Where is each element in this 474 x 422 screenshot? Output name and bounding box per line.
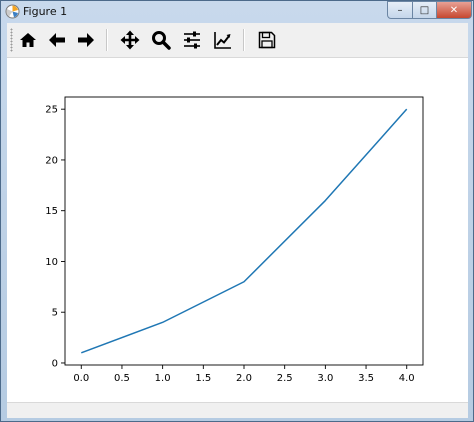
forward-button[interactable] bbox=[73, 27, 99, 53]
pan-icon bbox=[120, 30, 140, 50]
y-tick-label: 15 bbox=[45, 206, 58, 217]
zoom-icon bbox=[152, 31, 171, 50]
edit-axis-icon bbox=[214, 32, 231, 49]
minimize-icon: – bbox=[397, 4, 403, 16]
y-tick-label: 20 bbox=[45, 155, 58, 166]
minimize-button[interactable]: – bbox=[387, 1, 413, 19]
x-tick-label: 1.5 bbox=[195, 373, 211, 384]
close-icon: ✕ bbox=[449, 4, 459, 16]
configure-subplots-icon bbox=[184, 31, 200, 49]
edit-axis-button[interactable] bbox=[210, 27, 236, 53]
configure-subplots-button[interactable] bbox=[179, 27, 205, 53]
x-tick-label: 0.5 bbox=[114, 373, 130, 384]
maximize-button[interactable]: □ bbox=[412, 1, 437, 19]
x-tick-label: 3.0 bbox=[317, 373, 333, 384]
x-tick-label: 2.5 bbox=[277, 373, 293, 384]
y-tick-label: 5 bbox=[52, 308, 58, 319]
home-icon bbox=[20, 33, 36, 47]
x-tick-label: 0.0 bbox=[73, 373, 89, 384]
save-button[interactable] bbox=[254, 27, 280, 53]
back-button[interactable] bbox=[44, 27, 70, 53]
axes-frame bbox=[64, 96, 424, 366]
x-tick-label: 2.0 bbox=[236, 373, 252, 384]
matplotlib-app-icon bbox=[5, 4, 20, 19]
x-tick-label: 1.0 bbox=[155, 373, 171, 384]
maximize-icon: □ bbox=[419, 4, 430, 16]
forward-arrow-icon bbox=[78, 33, 94, 47]
line-chart[interactable]: 0.0 0.5 1.0 1.5 2.0 2.5 3.0 3.5 4.0 0 5 10 15 20 25 bbox=[7, 58, 468, 402]
save-icon bbox=[258, 31, 276, 49]
series-line bbox=[81, 108, 408, 354]
x-tick-label: 3.5 bbox=[358, 373, 374, 384]
navigation-toolbar bbox=[7, 23, 468, 58]
pan-button[interactable] bbox=[117, 27, 143, 53]
zoom-button[interactable] bbox=[148, 27, 174, 53]
back-arrow-icon bbox=[49, 33, 65, 47]
toolbar-separator bbox=[243, 29, 245, 51]
figure-canvas[interactable]: 0.0 0.5 1.0 1.5 2.0 2.5 3.0 3.5 4.0 0 5 10 15 20 25 bbox=[7, 58, 468, 402]
y-tick-label: 10 bbox=[45, 257, 58, 268]
title-bar[interactable]: Figure 1 – □ ✕ bbox=[1, 1, 473, 23]
home-button[interactable] bbox=[15, 27, 41, 53]
y-tick-label: 0 bbox=[52, 358, 58, 369]
y-tick-label: 25 bbox=[45, 105, 58, 116]
status-bar bbox=[7, 402, 468, 418]
window-client-area: 0.0 0.5 1.0 1.5 2.0 2.5 3.0 3.5 4.0 0 5 10 15 20 25 bbox=[7, 23, 468, 418]
figure-window: Figure 1 – □ ✕ 0.0 0.5 1.0 1.5 2.0 2.5 3… bbox=[0, 0, 474, 422]
toolbar-grip[interactable] bbox=[10, 28, 13, 52]
close-button[interactable]: ✕ bbox=[436, 1, 472, 19]
x-tick-label: 4.0 bbox=[399, 373, 415, 384]
window-title: Figure 1 bbox=[23, 5, 68, 18]
toolbar-separator bbox=[106, 29, 108, 51]
